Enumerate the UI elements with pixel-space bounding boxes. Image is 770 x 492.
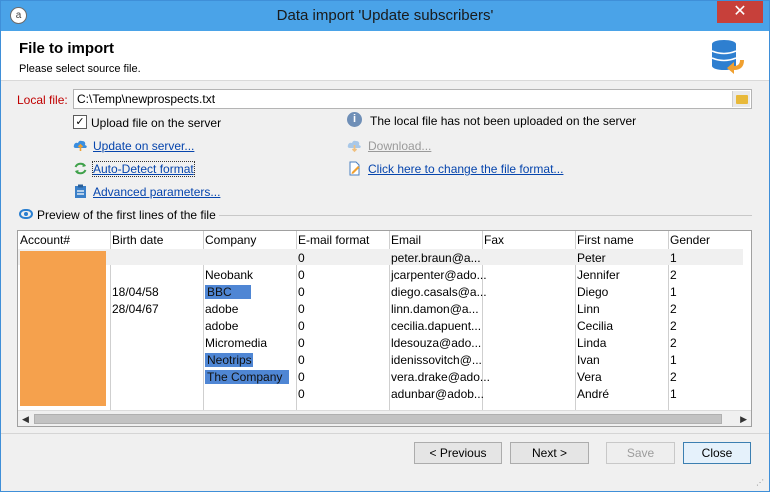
cell-email: idenissovitch@... xyxy=(391,353,482,367)
cloud-download-icon xyxy=(347,140,361,153)
column-header-fax[interactable]: Fax xyxy=(484,233,504,247)
folder-icon xyxy=(736,95,748,104)
scrollbar-thumb[interactable] xyxy=(34,414,722,424)
cell-gender: 1 xyxy=(670,353,677,367)
cell-gender: 2 xyxy=(670,370,677,384)
cell-first-name: Jennifer xyxy=(577,268,620,282)
download-link[interactable]: Download... xyxy=(368,139,431,153)
cell-company: The Company xyxy=(205,370,289,384)
cell-company: adobe xyxy=(205,319,239,333)
cell-first-name: Diego xyxy=(577,285,609,299)
cell-first-name: Ivan xyxy=(577,353,600,367)
cell-first-name: Peter xyxy=(577,251,606,265)
cell-email: jcarpenter@ado... xyxy=(391,268,487,282)
account-column-highlight xyxy=(20,251,106,406)
cell-first-name: Vera xyxy=(577,370,602,384)
cell-first-name: Linda xyxy=(577,336,607,350)
footer-separator xyxy=(1,433,769,434)
cell-email-format: 0 xyxy=(298,285,305,299)
cell-first-name: Cecilia xyxy=(577,319,614,333)
cell-email: adunbar@adob... xyxy=(391,387,484,401)
cell-company: Neotrips xyxy=(205,353,253,367)
cell-email-format: 0 xyxy=(298,353,305,367)
column-header-first-name[interactable]: First name xyxy=(577,233,634,247)
cell-email-format: 0 xyxy=(298,268,305,282)
cell-email: cecilia.dapuent... xyxy=(391,319,482,333)
cell-first-name: Linn xyxy=(577,302,600,316)
advanced-parameters-link[interactable]: Advanced parameters... xyxy=(93,185,220,199)
refresh-icon xyxy=(74,162,87,175)
scroll-left-arrow-icon[interactable]: ◀ xyxy=(22,414,29,425)
cell-email-format: 0 xyxy=(298,336,305,350)
cell-email-format: 0 xyxy=(298,319,305,333)
upload-checkbox[interactable]: ✓ xyxy=(73,115,87,129)
info-icon: i xyxy=(347,112,362,127)
local-file-input[interactable]: C:\Temp\newprospects.txt xyxy=(73,89,752,109)
cell-gender: 1 xyxy=(670,251,677,265)
cell-gender: 2 xyxy=(670,336,677,350)
column-header-account[interactable]: Account# xyxy=(20,233,70,247)
cloud-upload-icon xyxy=(73,140,87,151)
clipboard-icon xyxy=(75,184,86,198)
cell-company: adobe xyxy=(205,302,239,316)
local-file-label: Local file: xyxy=(17,93,68,107)
cell-email: peter.braun@a... xyxy=(391,251,481,265)
next-button[interactable]: Next > xyxy=(510,442,589,464)
edit-file-icon xyxy=(349,161,360,176)
window-close-button[interactable]: ✕ xyxy=(717,1,763,23)
local-file-value: C:\Temp\newprospects.txt xyxy=(77,92,216,106)
wizard-header: File to import Please select source file… xyxy=(1,31,769,81)
title-bar: a Data import 'Update subscribers' ✕ xyxy=(1,1,769,31)
cell-company: Micromedia xyxy=(205,336,268,350)
database-import-icon xyxy=(711,40,744,74)
cell-email-format: 0 xyxy=(298,387,305,401)
change-file-format-link[interactable]: Click here to change the file format... xyxy=(368,162,563,176)
auto-detect-format-link[interactable]: Auto-Detect format xyxy=(92,161,195,177)
cell-gender: 1 xyxy=(670,285,677,299)
column-header-email-format[interactable]: E-mail format xyxy=(298,233,369,247)
window-title: Data import 'Update subscribers' xyxy=(276,7,494,24)
horizontal-scrollbar[interactable]: ◀ ▶ xyxy=(18,410,751,426)
column-header-birth-date[interactable]: Birth date xyxy=(112,233,163,247)
cell-email-format: 0 xyxy=(298,251,305,265)
cell-gender: 2 xyxy=(670,302,677,316)
page-title: File to import xyxy=(19,40,114,57)
cell-email-format: 0 xyxy=(298,302,305,316)
update-on-server-link[interactable]: Update on server... xyxy=(93,139,194,153)
column-header-email[interactable]: Email xyxy=(391,233,421,247)
browse-folder-button[interactable] xyxy=(732,91,750,107)
import-dialog: a Data import 'Update subscribers' ✕ Fil… xyxy=(0,0,770,492)
cell-company: Neobank xyxy=(205,268,254,282)
save-button[interactable]: Save xyxy=(606,442,675,464)
resize-grip-icon[interactable]: ⋰ xyxy=(756,478,766,488)
preview-separator xyxy=(219,215,752,216)
cell-company: BBC xyxy=(205,285,251,299)
page-subtitle: Please select source file. xyxy=(19,63,141,75)
cell-email-format: 0 xyxy=(298,370,305,384)
scroll-right-arrow-icon[interactable]: ▶ xyxy=(740,414,747,425)
cell-email: linn.damon@a... xyxy=(391,302,479,316)
preview-section-label: Preview of the first lines of the file xyxy=(37,208,216,222)
close-button[interactable]: Close xyxy=(683,442,751,464)
preview-grid[interactable]: Account# Birth date Company E-mail forma… xyxy=(17,230,752,427)
cell-birth-date: 28/04/67 xyxy=(112,302,159,316)
cell-email: vera.drake@ado... xyxy=(391,370,490,384)
column-header-gender[interactable]: Gender xyxy=(670,233,710,247)
cell-email: ldesouza@ado... xyxy=(391,336,482,350)
eye-icon xyxy=(19,209,33,219)
cell-gender: 2 xyxy=(670,268,677,282)
cell-email: diego.casals@a... xyxy=(391,285,487,299)
column-header-company[interactable]: Company xyxy=(205,233,256,247)
cell-gender: 1 xyxy=(670,387,677,401)
cell-gender: 2 xyxy=(670,319,677,333)
upload-status-text: The local file has not been uploaded on … xyxy=(370,114,637,128)
previous-button[interactable]: < Previous xyxy=(414,442,502,464)
upload-checkbox-label: Upload file on the server xyxy=(91,116,222,130)
selected-row-highlight xyxy=(18,249,743,265)
cell-birth-date: 18/04/58 xyxy=(112,285,159,299)
cell-first-name: André xyxy=(577,387,610,401)
